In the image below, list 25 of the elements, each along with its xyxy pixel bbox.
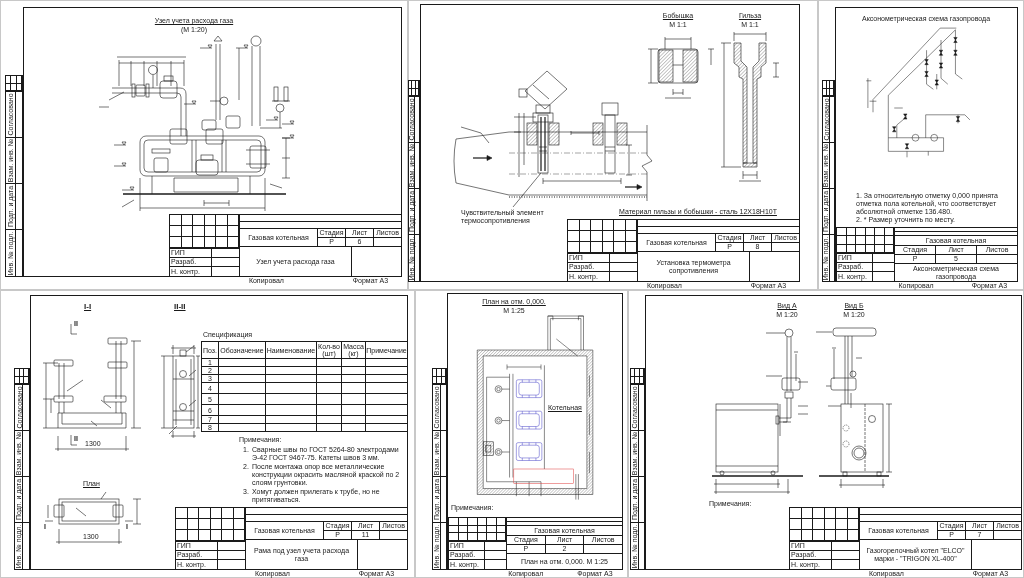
table-cell bbox=[219, 405, 266, 416]
table-cell bbox=[342, 383, 366, 394]
flue-box-drawing bbox=[482, 441, 494, 456]
annex-room-drawing bbox=[547, 315, 584, 357]
table-cell bbox=[317, 394, 342, 405]
table-cell bbox=[266, 394, 317, 405]
boss-section-drawing bbox=[647, 36, 715, 99]
leader-line bbox=[512, 172, 542, 208]
section-title: II-II bbox=[174, 302, 186, 311]
table-cell bbox=[342, 394, 366, 405]
table-cell bbox=[266, 383, 317, 394]
table-cell bbox=[266, 405, 317, 416]
burner-drawing bbox=[494, 385, 510, 393]
table-cell bbox=[317, 383, 342, 394]
section-title: I-I bbox=[84, 302, 92, 311]
boiler-drawing bbox=[516, 442, 543, 461]
boiler-drawing bbox=[516, 410, 543, 430]
service-zone-drawing bbox=[513, 468, 574, 484]
burner-drawing bbox=[494, 416, 510, 425]
boiler-drawing bbox=[516, 379, 543, 398]
table-cell bbox=[219, 383, 266, 394]
table-cell bbox=[317, 405, 342, 416]
table-cell bbox=[342, 405, 366, 416]
burner-drawing bbox=[494, 448, 510, 456]
table-cell bbox=[219, 394, 266, 405]
